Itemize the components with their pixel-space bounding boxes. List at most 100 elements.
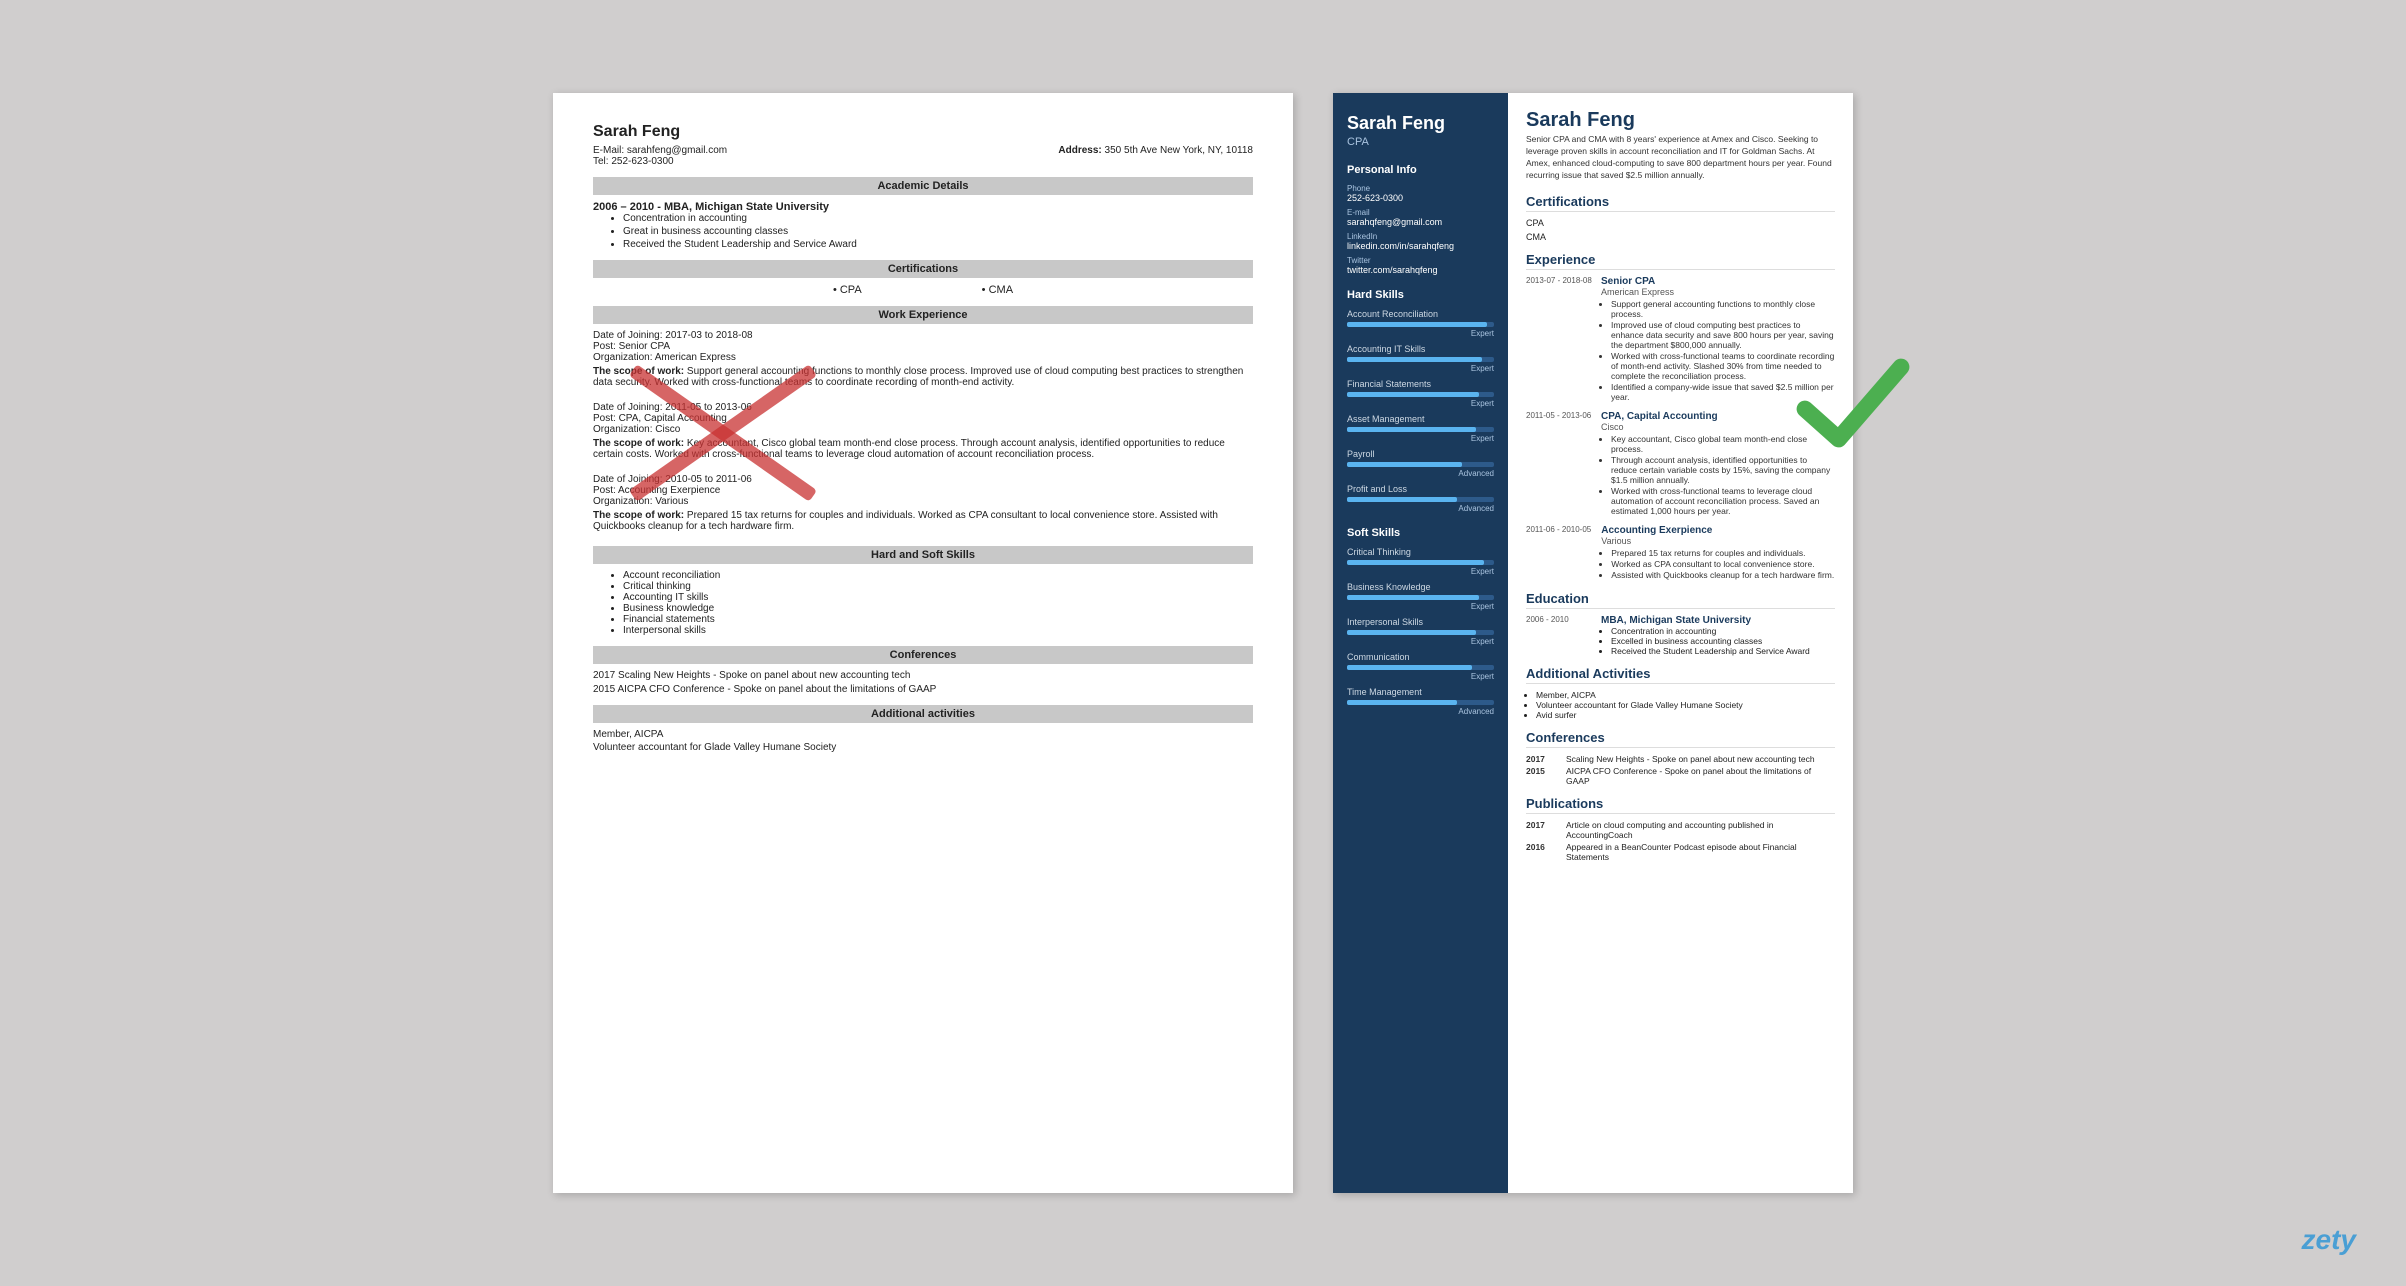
work-post-2: Post: CPA, Capital Accounting (593, 413, 1253, 424)
hard-skill-6: Profit and Loss Advanced (1347, 484, 1494, 513)
left-additional-header: Additional activities (593, 705, 1253, 723)
exp-title-3: Accounting Exerpience (1601, 525, 1834, 536)
left-work-2: Date of Joining: 2011-05 to 2013-06 Post… (593, 402, 1253, 460)
left-tel: Tel: 252-623-0300 (593, 156, 1253, 167)
right-conf-1: 2017 Scaling New Heights - Spoke on pane… (1526, 754, 1835, 764)
left-work-header: Work Experience (593, 306, 1253, 324)
work-scope-1: The scope of work: Support general accou… (593, 366, 1253, 388)
sidebar-soft-skills-title: Soft Skills (1347, 527, 1494, 539)
left-contact-row1: E-Mail: sarahfeng@gmail.com Address: 350… (593, 145, 1253, 156)
right-conf-2: 2015 AICPA CFO Conference - Spoke on pan… (1526, 766, 1835, 786)
soft-skill-1: Critical Thinking Expert (1347, 547, 1494, 576)
right-edu-title: Education (1526, 591, 1835, 609)
sidebar-twitter-label: Twitter (1347, 256, 1494, 265)
list-item: Key accountant, Cisco global team month-… (1611, 434, 1835, 454)
work-post-3: Post: Accounting Exerpience (593, 485, 1253, 496)
right-edu-degree: MBA, Michigan State University (1601, 615, 1810, 626)
soft-skill-4: Communication Expert (1347, 652, 1494, 681)
sidebar-phone: 252-623-0300 (1347, 193, 1494, 203)
right-summary: Senior CPA and CMA with 8 years' experie… (1526, 134, 1835, 182)
list-item: Worked as CPA consultant to local conven… (1611, 559, 1834, 569)
left-contact-info: E-Mail: sarahfeng@gmail.com Address: 350… (593, 145, 1253, 167)
work-scope-3: The scope of work: Prepared 15 tax retur… (593, 510, 1253, 532)
right-cert-cma: CMA (1526, 232, 1835, 242)
sidebar-hard-skills-title: Hard Skills (1347, 289, 1494, 301)
list-item: Great in business accounting classes (623, 226, 1253, 237)
right-exp-3: 2011-06 - 2010-05 Accounting Exerpience … (1526, 525, 1835, 581)
hard-skill-3: Financial Statements Expert (1347, 379, 1494, 408)
cert-cpa: • CPA (833, 284, 862, 296)
right-main-name: Sarah Feng (1526, 109, 1835, 132)
exp-title-2: CPA, Capital Accounting (1601, 411, 1835, 422)
sidebar-linkedin: linkedin.com/in/sarahqfeng (1347, 241, 1494, 251)
work-scope-2: The scope of work: Key accountant, Cisco… (593, 438, 1253, 460)
right-pub-2: 2016 Appeared in a BeanCounter Podcast e… (1526, 842, 1835, 862)
work-joining-1: Date of Joining: 2017-03 to 2018-08 (593, 330, 1253, 341)
right-sidebar-title: CPA (1347, 136, 1494, 148)
hard-skill-2: Accounting IT Skills Expert (1347, 344, 1494, 373)
left-conf-header: Conferences (593, 646, 1253, 664)
sidebar-phone-label: Phone (1347, 184, 1494, 193)
list-item: Critical thinking (623, 581, 1253, 592)
list-item: Improved use of cloud computing best pra… (1611, 320, 1835, 350)
list-item: Account reconciliation (623, 570, 1253, 581)
hard-skill-5: Payroll Advanced (1347, 449, 1494, 478)
hard-skill-4: Asset Management Expert (1347, 414, 1494, 443)
list-item: Concentration in accounting (623, 213, 1253, 224)
conf-1: 2017 Scaling New Heights - Spoke on pane… (593, 670, 1253, 681)
right-exp-1: 2013-07 - 2018-08 Senior CPA American Ex… (1526, 276, 1835, 403)
list-item: Member, AICPA (1536, 690, 1835, 700)
zety-watermark: zety (2302, 1224, 2356, 1256)
work-post-1: Post: Senior CPA (593, 341, 1253, 352)
right-activities: Member, AICPA Volunteer accountant for G… (1536, 690, 1835, 720)
list-item: Accounting IT skills (623, 592, 1253, 603)
right-additional-title: Additional Activities (1526, 666, 1835, 684)
work-joining-2: Date of Joining: 2011-05 to 2013-06 (593, 402, 1253, 413)
list-item: Concentration in accounting (1611, 626, 1810, 636)
sidebar-personal-info-title: Personal Info (1347, 164, 1494, 176)
soft-skill-5: Time Management Advanced (1347, 687, 1494, 716)
list-item: Received the Student Leadership and Serv… (1611, 646, 1810, 656)
left-edu-title: 2006 – 2010 - MBA, Michigan State Univer… (593, 201, 1253, 213)
right-cert-title: Certifications (1526, 194, 1835, 212)
right-exp-title: Experience (1526, 252, 1835, 270)
list-item: Worked with cross-functional teams to le… (1611, 486, 1835, 516)
left-cert-header: Certifications (593, 260, 1253, 278)
conf-2: 2015 AICPA CFO Conference - Spoke on pan… (593, 684, 1253, 695)
left-name: Sarah Feng (593, 123, 1253, 141)
list-item: Identified a company-wide issue that sav… (1611, 382, 1835, 402)
right-main-content: Sarah Feng Senior CPA and CMA with 8 yea… (1508, 93, 1853, 1193)
right-resume: Sarah Feng CPA Personal Info Phone 252-6… (1333, 93, 1853, 1193)
left-email: E-Mail: sarahfeng@gmail.com (593, 145, 727, 156)
list-item: Business knowledge (623, 603, 1253, 614)
list-item: Interpersonal skills (623, 625, 1253, 636)
work-org-2: Organization: Cisco (593, 424, 1253, 435)
additional-1: Member, AICPA (593, 729, 1253, 740)
left-work-1: Date of Joining: 2017-03 to 2018-08 Post… (593, 330, 1253, 388)
right-cert-cpa: CPA (1526, 218, 1835, 228)
list-item: Avid surfer (1536, 710, 1835, 720)
cert-cma: • CMA (982, 284, 1013, 296)
sidebar-email-label: E-mail (1347, 208, 1494, 217)
sidebar-linkedin-label: LinkedIn (1347, 232, 1494, 241)
additional-2: Volunteer accountant for Glade Valley Hu… (593, 742, 1253, 753)
sidebar: Sarah Feng CPA Personal Info Phone 252-6… (1333, 93, 1508, 1193)
soft-skill-3: Interpersonal Skills Expert (1347, 617, 1494, 646)
list-item: Excelled in business accounting classes (1611, 636, 1810, 646)
left-skills-header: Hard and Soft Skills (593, 546, 1253, 564)
list-item: Through account analysis, identified opp… (1611, 455, 1835, 485)
list-item: Volunteer accountant for Glade Valley Hu… (1536, 700, 1835, 710)
exp-org-1: American Express (1601, 287, 1835, 297)
left-address: Address: 350 5th Ave New York, NY, 10118 (1058, 145, 1253, 156)
exp-bullets-1: Support general accounting functions to … (1611, 299, 1835, 402)
left-work-3: Date of Joining: 2010-05 to 2011-06 Post… (593, 474, 1253, 532)
list-item: Received the Student Leadership and Serv… (623, 239, 1253, 250)
right-conf-title: Conferences (1526, 730, 1835, 748)
work-joining-3: Date of Joining: 2010-05 to 2011-06 (593, 474, 1253, 485)
list-item: Prepared 15 tax returns for couples and … (1611, 548, 1834, 558)
list-item: Assisted with Quickbooks cleanup for a t… (1611, 570, 1834, 580)
list-item: Worked with cross-functional teams to co… (1611, 351, 1835, 381)
left-skills-list: Account reconciliation Critical thinking… (623, 570, 1253, 636)
left-academic-header: Academic Details (593, 177, 1253, 195)
left-edu-entry: 2006 – 2010 - MBA, Michigan State Univer… (593, 201, 1253, 250)
